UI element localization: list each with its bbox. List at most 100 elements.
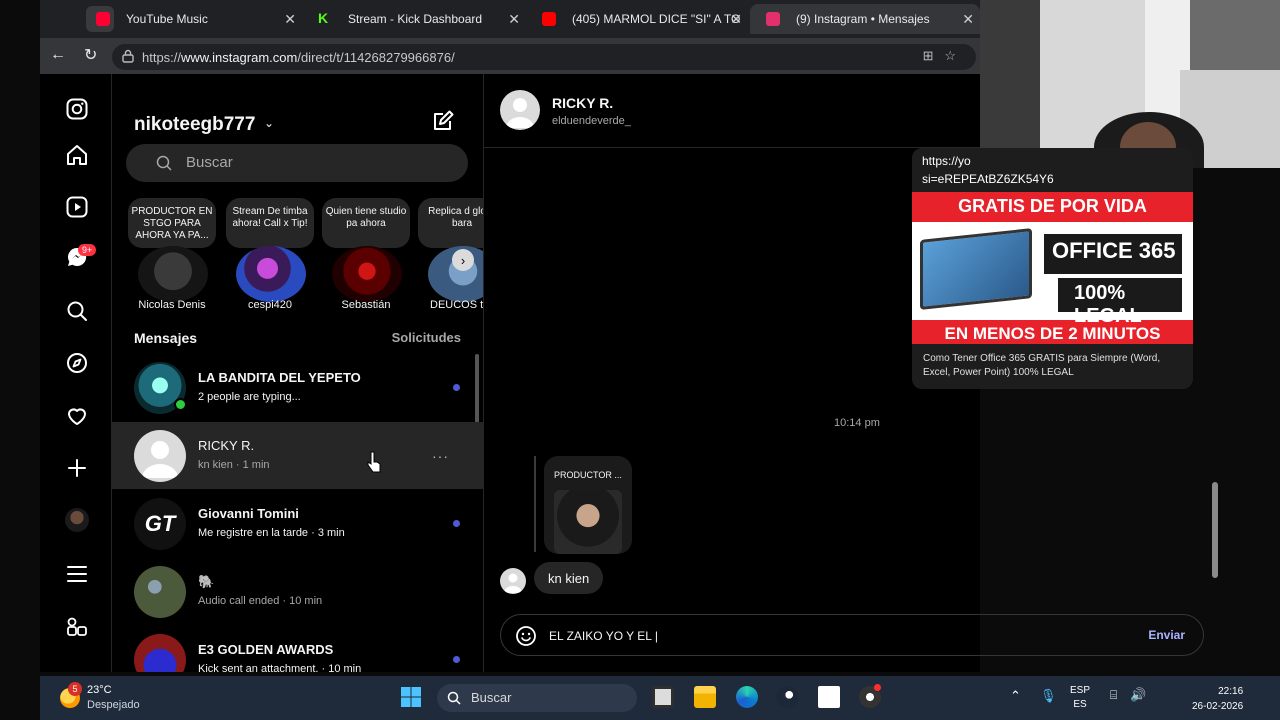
chat-avatar[interactable] xyxy=(500,90,540,130)
thread-row[interactable]: E3 GOLDEN AWARDS Kick sent an attachment… xyxy=(112,626,483,672)
story-name: cespi420 xyxy=(247,299,293,311)
stories-next-arrow-icon[interactable]: › xyxy=(452,249,474,271)
tab-title: Stream - Kick Dashboard xyxy=(348,12,483,26)
file-explorer-icon[interactable] xyxy=(694,686,716,708)
reload-icon[interactable]: ↻ xyxy=(84,45,97,65)
send-button[interactable]: Enviar xyxy=(1148,628,1185,642)
app-icon[interactable] xyxy=(818,686,840,708)
story-name: DEUCOS t xyxy=(430,299,484,311)
story-avatar[interactable] xyxy=(138,246,208,302)
thread-row[interactable]: LA BANDITA DEL YEPETO 2 people are typin… xyxy=(112,354,483,421)
back-arrow-icon[interactable]: ← xyxy=(50,46,66,64)
install-app-icon[interactable]: ⊞ ☆ xyxy=(923,48,956,64)
thread-preview: Kick sent an attachment. · 10 min xyxy=(198,663,362,672)
thread-row[interactable]: GT Giovanni Tomini Me registre en la tar… xyxy=(112,490,483,557)
video-title[interactable]: Como Tener Office 365 GRATIS para Siempr… xyxy=(923,352,1185,380)
conversation-list-panel: nikoteegb777 ⌄ Buscar PRODUCTOR EN STGO … xyxy=(112,74,484,672)
chat-scrollbar[interactable] xyxy=(1212,482,1218,578)
mouse-cursor-icon xyxy=(367,451,381,473)
reply-indicator-bar xyxy=(534,456,536,552)
browser-tab-strip: ⌄ YouTube Music ✕ K Stream - Kick Dashbo… xyxy=(40,0,980,38)
thread-row-selected[interactable]: RICKY R. kn kien · 1 min ··· xyxy=(112,422,483,489)
language-indicator[interactable]: ESP ES xyxy=(1070,684,1090,712)
thumbnail-subheadline: EN MENOS DE 2 MINUTOS xyxy=(944,324,1161,343)
search-input[interactable]: Buscar xyxy=(126,144,468,182)
notifications-heart-icon[interactable] xyxy=(64,403,90,429)
shared-post-preview[interactable]: PRODUCTOR ... xyxy=(544,456,632,554)
close-tab-icon[interactable]: ✕ xyxy=(730,11,742,28)
thread-avatar xyxy=(134,634,186,672)
video-url[interactable]: https://yo si=eREPEAtBZ6ZK54Y6 xyxy=(922,152,1054,188)
online-status-dot xyxy=(174,398,187,411)
thread-preview: Audio call ended · 10 min xyxy=(198,595,323,607)
messages-heading: Mensajes xyxy=(134,330,198,346)
chevron-down-icon[interactable]: ⌄ xyxy=(264,116,274,130)
tab-youtube-video[interactable]: (405) MARMOL DICE "SI" A TODO | ✕ xyxy=(526,4,748,34)
home-icon[interactable] xyxy=(64,142,90,168)
volume-icon[interactable]: 🔊 xyxy=(1130,687,1146,703)
message-composer[interactable]: EL ZAIKO YO Y EL | Enviar xyxy=(500,614,1204,656)
windows-start-icon[interactable] xyxy=(400,686,422,708)
weather-temperature[interactable]: 23°C xyxy=(87,684,112,696)
account-username[interactable]: nikoteegb777 xyxy=(134,114,255,136)
youtube-favicon-icon xyxy=(542,12,556,26)
address-bar[interactable]: https://www.instagram.com/direct/t/11426… xyxy=(112,44,976,70)
search-icon[interactable] xyxy=(64,298,90,324)
close-tab-icon[interactable]: ✕ xyxy=(284,11,296,28)
steam-icon[interactable] xyxy=(776,686,798,708)
thread-preview: kn kien · 1 min xyxy=(198,459,270,471)
note-bubble[interactable]: Stream De timba ahora! Call x Tip! xyxy=(226,198,314,248)
edge-browser-icon[interactable] xyxy=(736,686,758,708)
task-view-icon[interactable] xyxy=(652,686,674,708)
search-placeholder: Buscar xyxy=(186,154,233,171)
close-tab-icon[interactable]: ✕ xyxy=(508,11,520,28)
explore-compass-icon[interactable] xyxy=(64,350,90,376)
unread-dot xyxy=(453,384,460,391)
create-plus-icon[interactable] xyxy=(64,455,90,481)
youtube-preview-card[interactable]: https://yo si=eREPEAtBZ6ZK54Y6 GRATIS DE … xyxy=(912,148,1193,389)
instagram-logo-icon[interactable] xyxy=(64,96,90,122)
tab-youtube-music[interactable]: YouTube Music ✕ xyxy=(80,4,302,34)
message-input-text[interactable]: EL ZAIKO YO Y EL | xyxy=(549,629,658,643)
story-avatar[interactable] xyxy=(332,246,402,302)
profile-avatar[interactable] xyxy=(64,507,90,533)
emoji-icon[interactable] xyxy=(515,625,537,647)
note-bubble[interactable]: Quien tiene studio pa ahora xyxy=(322,198,410,248)
network-icon[interactable]: ⌸ xyxy=(1110,688,1117,703)
note-bubble[interactable]: PRODUCTOR EN STGO PARA AHORA YA PA... xyxy=(128,198,216,248)
instagram-app: 9+ nikoteegb777 ⌄ Buscar PRODUCTOR EN ST… xyxy=(40,74,1218,672)
note-bubble[interactable]: Replica d glock bara xyxy=(418,198,483,248)
chat-header[interactable]: RICKY R. elduendeverde_ xyxy=(484,74,980,148)
url-text: https://www.instagram.com/direct/t/11426… xyxy=(142,50,455,65)
thread-row[interactable]: 🐘 Audio call ended · 10 min xyxy=(112,558,483,625)
thread-name: Giovanni Tomini xyxy=(198,506,299,521)
more-options-icon[interactable]: ··· xyxy=(432,448,449,464)
desktop-margin xyxy=(0,0,40,720)
site-info-icon[interactable] xyxy=(122,49,134,63)
story-avatar[interactable] xyxy=(236,246,306,302)
microphone-icon[interactable]: 🎙 xyxy=(1040,688,1057,704)
search-icon xyxy=(447,691,461,705)
also-from-meta-icon[interactable] xyxy=(64,614,90,640)
tab-title: (405) MARMOL DICE "SI" A TODO | xyxy=(572,12,740,26)
thumbnail-office-text: OFFICE 365 xyxy=(1052,238,1176,263)
tab-instagram-messages[interactable]: (9) Instagram • Mensajes ✕ xyxy=(750,4,980,34)
chevron-up-icon[interactable]: ⌃ xyxy=(1010,688,1021,704)
new-message-icon[interactable] xyxy=(432,110,454,137)
tab-kick-dashboard[interactable]: K Stream - Kick Dashboard ✕ xyxy=(302,4,526,34)
sender-avatar xyxy=(500,568,526,594)
thread-name: LA BANDITA DEL YEPETO xyxy=(198,370,361,385)
close-tab-icon[interactable]: ✕ xyxy=(962,11,974,28)
notifications-badge: 9+ xyxy=(78,244,97,256)
chat-contact-name[interactable]: RICKY R. xyxy=(552,95,613,111)
browser-toolbar: ← ↻ https://www.instagram.com/direct/t/1… xyxy=(40,38,980,74)
requests-link[interactable]: Solicitudes xyxy=(392,330,461,345)
taskbar-search[interactable]: Buscar xyxy=(437,684,637,712)
received-message-bubble[interactable]: kn kien xyxy=(534,562,604,594)
reels-icon[interactable] xyxy=(64,194,90,220)
more-menu-icon[interactable] xyxy=(64,561,90,587)
clock[interactable]: 22:16 26-02-2026 xyxy=(1192,684,1243,714)
taskbar-search-label: Buscar xyxy=(471,690,512,705)
thread-preview: Me registre en la tarde · 3 min xyxy=(198,527,345,539)
tab-title: YouTube Music xyxy=(126,12,208,26)
